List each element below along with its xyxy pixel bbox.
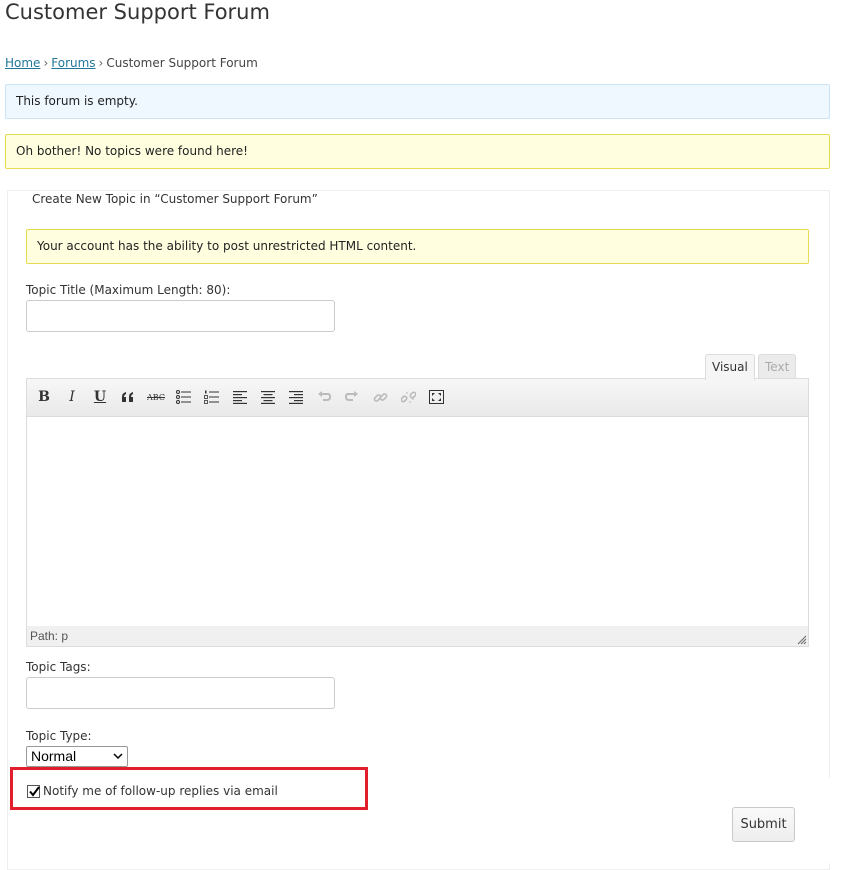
align-right-button[interactable]	[285, 387, 307, 407]
fullscreen-icon	[428, 390, 444, 404]
align-center-button[interactable]	[257, 387, 279, 407]
editor-statusbar: Path: p	[27, 626, 808, 646]
topic-type-selected: Normal	[31, 748, 77, 764]
chevron-down-icon	[113, 753, 123, 760]
tab-text[interactable]: Text	[758, 354, 797, 379]
notify-checkbox[interactable]	[27, 784, 40, 798]
editor-content-area[interactable]	[27, 418, 808, 626]
html-ability-notice: Your account has the ability to post unr…	[26, 229, 809, 264]
underline-button[interactable]: U	[89, 387, 111, 407]
topic-type-select[interactable]: Normal	[26, 746, 128, 767]
notify-label[interactable]: Notify me of follow-up replies via email	[43, 784, 278, 798]
align-left-button[interactable]	[229, 387, 251, 407]
redo-icon	[345, 391, 358, 401]
breadcrumb: Home › Forums › Customer Support Forum	[5, 56, 258, 70]
topic-tags-input[interactable]	[26, 677, 335, 709]
breadcrumb-home-link[interactable]: Home	[5, 56, 40, 70]
topic-title-input[interactable]	[26, 300, 335, 332]
numbered-list-icon	[204, 390, 219, 404]
fullscreen-button[interactable]	[425, 387, 447, 407]
page-title: Customer Support Forum	[5, 0, 270, 24]
italic-icon: I	[69, 389, 75, 405]
link-button[interactable]	[369, 387, 391, 407]
breadcrumb-current: Customer Support Forum	[106, 56, 258, 70]
fieldset-gap	[816, 778, 832, 863]
underline-icon: U	[93, 389, 107, 405]
align-left-icon	[233, 390, 247, 404]
topic-title-label: Topic Title (Maximum Length: 80):	[26, 283, 231, 297]
editor-path: Path: p	[30, 629, 69, 643]
editor-toolbar: B I U ABC	[27, 379, 808, 417]
bold-button[interactable]: B	[33, 387, 55, 407]
italic-button[interactable]: I	[61, 387, 83, 407]
form-legend: Create New Topic in “Customer Support Fo…	[27, 192, 323, 206]
checkmark-icon	[29, 785, 40, 797]
submit-button[interactable]: Submit	[732, 807, 795, 842]
undo-button[interactable]	[313, 387, 335, 407]
bullet-list-button[interactable]	[173, 387, 195, 407]
unlink-icon	[400, 390, 416, 403]
resize-handle-icon[interactable]	[797, 635, 807, 645]
align-center-icon	[261, 390, 275, 404]
topic-tags-label: Topic Tags:	[26, 660, 91, 674]
strikethrough-icon: ABC	[147, 392, 165, 402]
bullet-list-icon	[176, 390, 191, 404]
blockquote-button[interactable]	[117, 387, 139, 407]
strikethrough-button[interactable]: ABC	[145, 387, 167, 407]
breadcrumb-forums-link[interactable]: Forums	[51, 56, 95, 70]
unlink-button[interactable]	[397, 387, 419, 407]
forum-empty-notice: This forum is empty.	[5, 84, 830, 119]
redo-button[interactable]	[341, 387, 363, 407]
align-right-icon	[289, 390, 303, 404]
numbered-list-button[interactable]	[201, 387, 223, 407]
link-icon	[373, 392, 387, 402]
rich-text-editor: B I U ABC Path: p	[26, 378, 809, 647]
no-topics-notice: Oh bother! No topics were found here!	[5, 134, 830, 169]
breadcrumb-separator: ›	[98, 56, 104, 70]
bold-icon: B	[38, 389, 50, 405]
notify-option: Notify me of follow-up replies via email	[27, 783, 278, 799]
blockquote-icon	[122, 392, 133, 402]
tab-visual[interactable]: Visual	[705, 354, 755, 380]
breadcrumb-separator: ›	[43, 56, 49, 70]
topic-type-label: Topic Type:	[26, 729, 92, 743]
undo-icon	[318, 391, 331, 401]
